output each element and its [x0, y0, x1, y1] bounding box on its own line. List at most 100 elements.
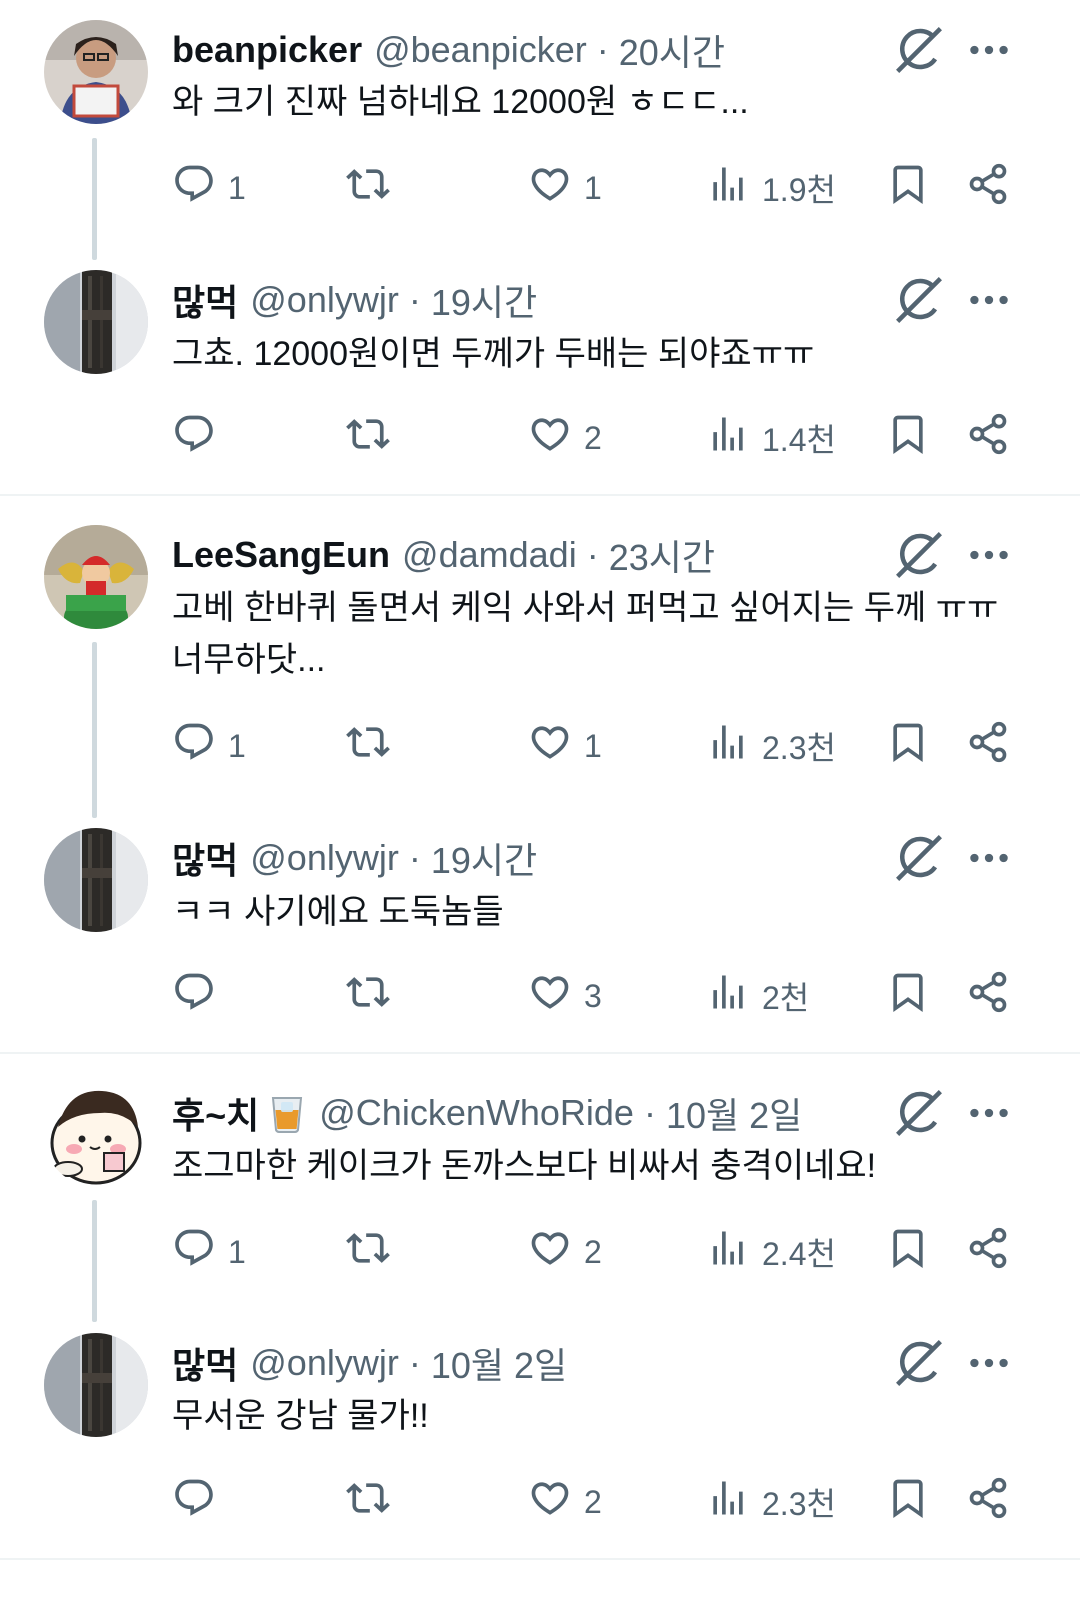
post-timestamp[interactable]: 19시간 [431, 832, 537, 884]
reply-button[interactable] [172, 408, 228, 468]
post-timestamp[interactable]: 23시간 [609, 529, 715, 581]
likes-count: 2 [584, 419, 602, 456]
share-icon [966, 1226, 1010, 1278]
display-name[interactable]: 후~치 [172, 1087, 259, 1139]
user-handle[interactable]: @beanpicker [374, 29, 587, 71]
share-button[interactable] [966, 966, 1010, 1026]
like-button[interactable]: 1 [528, 158, 602, 218]
thread-divider [0, 1558, 1080, 1560]
bookmark-icon [886, 1476, 930, 1528]
reply-post[interactable]: 많먹 @onlywjr · 10월 2일 무서운 강남 물가!! 2 2.3천 [0, 0, 1080, 1522]
like-button[interactable]: 2 [528, 408, 602, 468]
display-name[interactable]: 많먹 [172, 1337, 238, 1389]
more-dots-icon[interactable] [964, 833, 1014, 883]
share-button[interactable] [966, 1222, 1010, 1282]
heart-icon [528, 1226, 572, 1278]
reply-bubble-icon [172, 970, 216, 1022]
views-button[interactable]: 2천 [706, 966, 809, 1026]
reply-bubble-icon [172, 1226, 216, 1278]
user-handle[interactable]: @onlywjr [250, 1342, 399, 1384]
dot-separator: · [408, 1342, 421, 1383]
bookmark-button[interactable] [886, 966, 930, 1026]
grok-icon[interactable] [892, 1336, 946, 1390]
bookmark-button[interactable] [886, 158, 930, 218]
more-dots-icon[interactable] [964, 530, 1014, 580]
like-button[interactable]: 2 [528, 1472, 602, 1532]
user-handle[interactable]: @onlywjr [250, 279, 399, 321]
post-timestamp[interactable]: 10월 2일 [431, 1337, 567, 1389]
retweet-icon [346, 412, 390, 464]
more-dots-icon[interactable] [964, 1088, 1014, 1138]
avatar-onlywjr[interactable] [44, 828, 148, 932]
views-button[interactable]: 2.3천 [706, 1472, 836, 1532]
replies-count: 1 [228, 1233, 246, 1270]
reply-button[interactable] [172, 1472, 228, 1532]
views-button[interactable]: 1.4천 [706, 408, 836, 468]
grok-icon[interactable] [892, 23, 946, 77]
grok-icon[interactable] [892, 831, 946, 885]
like-button[interactable]: 1 [528, 716, 602, 776]
post-timestamp[interactable]: 19시간 [431, 274, 537, 326]
views-button[interactable]: 2.4천 [706, 1222, 836, 1282]
views-button[interactable]: 2.3천 [706, 716, 836, 776]
views-button[interactable]: 1.9천 [706, 158, 836, 218]
display-name[interactable]: LeeSangEun [172, 534, 390, 576]
post-action-bar: 3 2천 [0, 966, 1080, 1026]
dot-separator: · [596, 29, 609, 70]
post-timestamp[interactable]: 20시간 [619, 24, 725, 76]
more-dots-icon[interactable] [964, 1338, 1014, 1388]
bookmark-button[interactable] [886, 1472, 930, 1532]
retweet-button[interactable] [346, 1222, 402, 1282]
likes-count: 1 [584, 727, 602, 764]
share-button[interactable] [966, 1472, 1010, 1532]
avatar-chickenwhoride[interactable] [44, 1083, 148, 1187]
bookmark-icon [886, 720, 930, 772]
avatar-onlywjr[interactable] [44, 1333, 148, 1437]
grok-icon[interactable] [892, 1086, 946, 1140]
user-handle[interactable]: @damdadi [402, 534, 577, 576]
display-name[interactable]: beanpicker [172, 29, 362, 71]
retweet-button[interactable] [346, 158, 402, 218]
like-button[interactable]: 2 [528, 1222, 602, 1282]
reply-button[interactable] [172, 966, 228, 1026]
reply-button[interactable]: 1 [172, 716, 246, 776]
user-handle[interactable]: @ChickenWhoRide [319, 1092, 634, 1134]
avatar-damdadi[interactable] [44, 525, 148, 629]
retweet-button[interactable] [346, 408, 402, 468]
bookmark-button[interactable] [886, 716, 930, 776]
reply-button[interactable]: 1 [172, 1222, 246, 1282]
reply-button[interactable]: 1 [172, 158, 246, 218]
like-button[interactable]: 3 [528, 966, 602, 1026]
heart-icon [528, 1476, 572, 1528]
more-dots-icon[interactable] [964, 25, 1014, 75]
share-button[interactable] [966, 158, 1010, 218]
share-button[interactable] [966, 408, 1010, 468]
bookmark-icon [886, 970, 930, 1022]
more-dots-icon[interactable] [964, 275, 1014, 325]
views-count: 2천 [762, 980, 810, 1016]
post-header: 많먹 @onlywjr · 19시간 [172, 270, 537, 330]
bookmark-button[interactable] [886, 408, 930, 468]
retweet-button[interactable] [346, 716, 402, 776]
retweet-button[interactable] [346, 966, 402, 1026]
display-name[interactable]: 많먹 [172, 274, 238, 326]
avatar-onlywjr[interactable] [44, 270, 148, 374]
avatar-beanpicker[interactable] [44, 20, 148, 124]
post-action-bar: 2 2.3천 [0, 1472, 1080, 1532]
post-action-bar: 1 2 2.4천 [0, 1222, 1080, 1282]
views-count: 1.4천 [762, 422, 836, 458]
reply-feed: beanpicker @beanpicker · 20시간 와 크기 진짜 넘하네요 1… [0, 0, 1080, 1604]
user-handle[interactable]: @onlywjr [250, 837, 399, 879]
retweet-button[interactable] [346, 1472, 402, 1532]
display-name[interactable]: 많먹 [172, 832, 238, 884]
post-timestamp[interactable]: 10월 2일 [666, 1087, 802, 1139]
grok-icon[interactable] [892, 528, 946, 582]
views-count: 2.4천 [762, 1236, 836, 1272]
heart-icon [528, 162, 572, 214]
share-button[interactable] [966, 716, 1010, 776]
bookmark-icon [886, 412, 930, 464]
grok-icon[interactable] [892, 273, 946, 327]
post-action-bar: 1 1 2.3천 [0, 716, 1080, 776]
analytics-bars-icon [706, 412, 750, 464]
bookmark-button[interactable] [886, 1222, 930, 1282]
